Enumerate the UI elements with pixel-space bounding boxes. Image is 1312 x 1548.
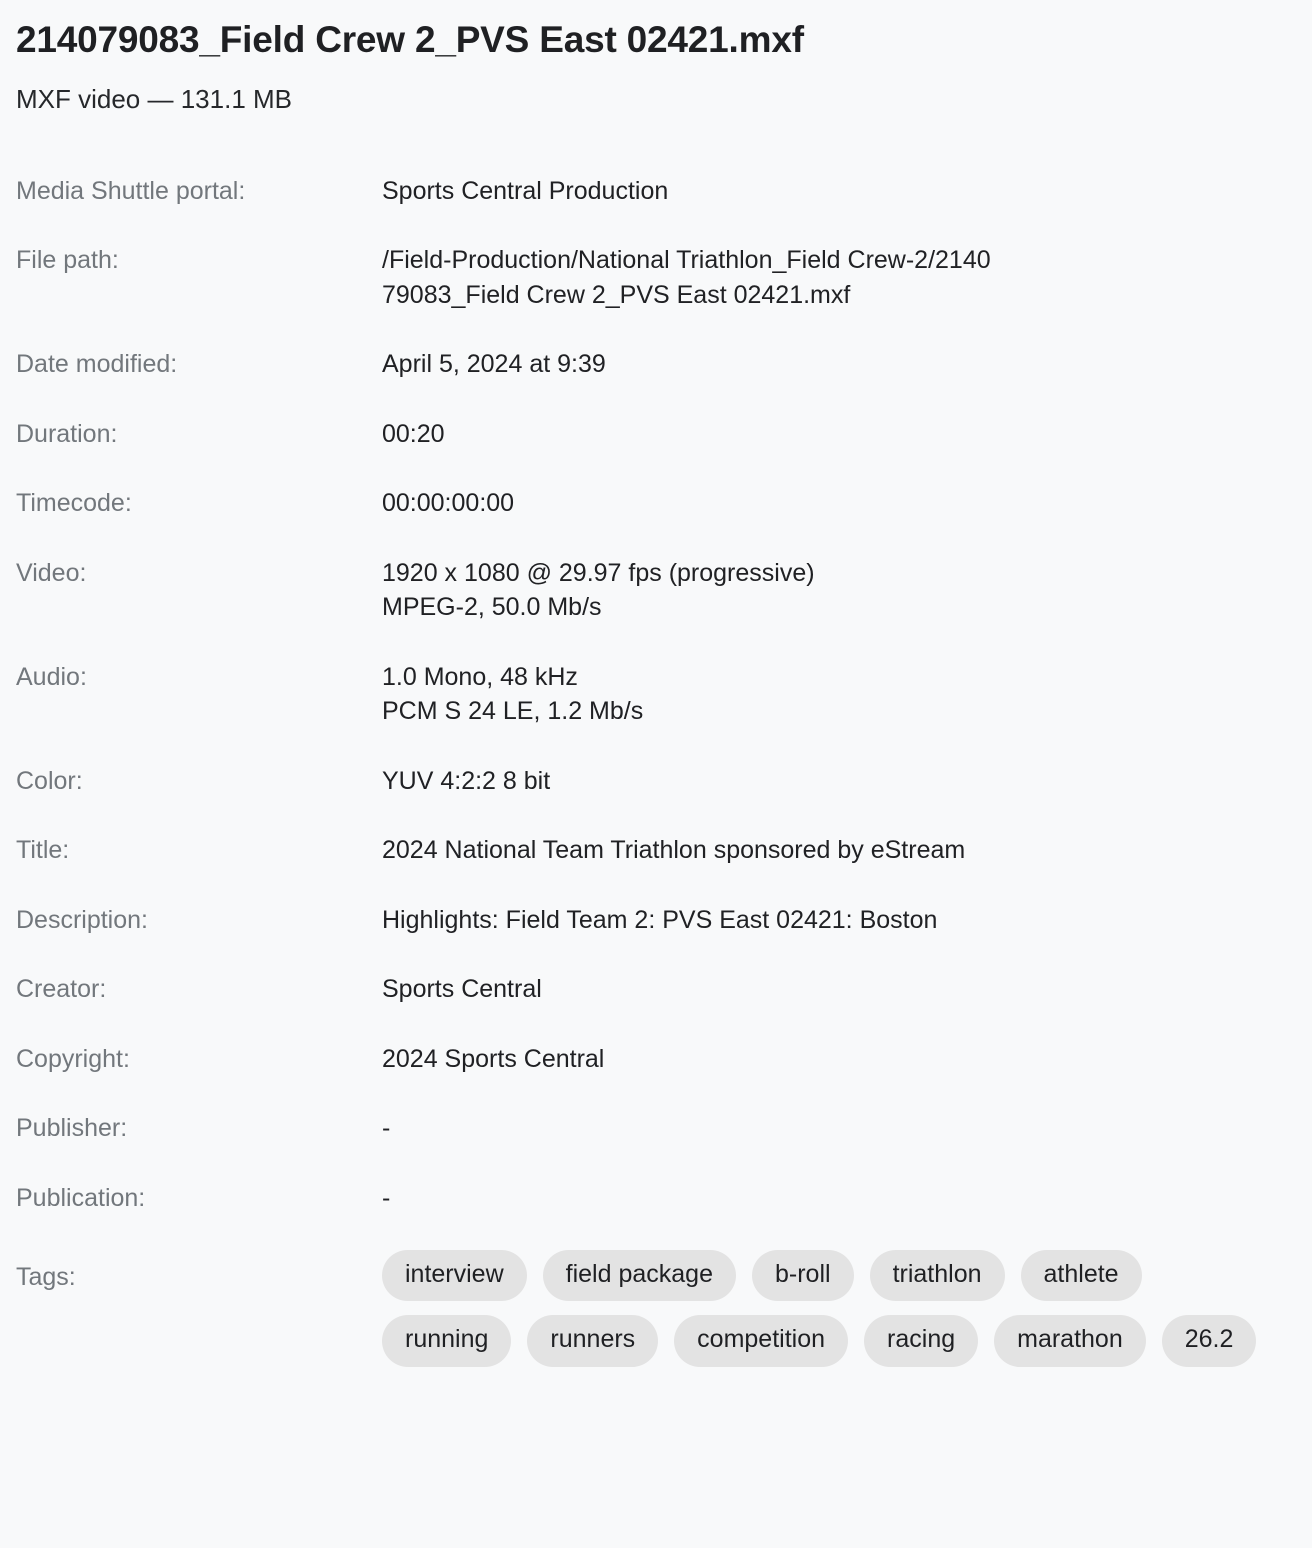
metadata-value-line: 00:20 xyxy=(382,419,445,448)
metadata-value: 1.0 Mono, 48 kHz PCM S 24 LE, 1.2 Mb/s xyxy=(382,660,1270,764)
tag-pill[interactable]: field package xyxy=(542,1250,736,1302)
page-title: 214079083_Field Crew 2_PVS East 02421.mx… xyxy=(16,19,804,60)
metadata-value-line: Highlights: Field Team 2: PVS East 02421… xyxy=(382,905,938,934)
metadata-value-line: PCM S 24 LE, 1.2 Mb/s xyxy=(382,697,644,726)
tag-pill[interactable]: 26.2 xyxy=(1161,1315,1257,1367)
metadata-value-line: Sports Central xyxy=(382,975,542,1004)
metadata-row: Timecode: 00:00:00:00 xyxy=(16,486,1270,556)
metadata-value-line: April 5, 2024 at 9:39 xyxy=(382,350,606,379)
tags-label: Tags: xyxy=(16,1263,76,1292)
metadata-value-line: 1.0 Mono, 48 kHz xyxy=(382,662,578,691)
tag-pill[interactable]: triathlon xyxy=(869,1250,1005,1302)
tag-pill[interactable]: athlete xyxy=(1020,1250,1142,1302)
metadata-label: File path: xyxy=(16,246,119,275)
metadata-row: Title: 2024 National Team Triathlon spons… xyxy=(16,833,1270,903)
metadata-row: Description: Highlights: Field Team 2: PV… xyxy=(16,903,1270,973)
metadata-row: Date modified: April 5, 2024 at 9:39 xyxy=(16,347,1270,417)
metadata-label: Date modified: xyxy=(16,350,178,379)
file-details-panel: 214079083_Field Crew 2_PVS East 02421.mx… xyxy=(0,0,1312,1548)
metadata-value-line: /Field-Production/National Triathlon_Fie… xyxy=(382,246,991,275)
metadata-label: Title: xyxy=(16,836,70,865)
metadata-value: YUV 4:2:2 8 bit xyxy=(382,764,1270,834)
metadata-rows: Media Shuttle portal: Sports Central Prod… xyxy=(16,174,1270,1367)
metadata-row: Publisher: - xyxy=(16,1111,1270,1181)
tag-pill[interactable]: racing xyxy=(864,1315,979,1367)
metadata-value-line: 00:00:00:00 xyxy=(382,489,515,518)
metadata-label: Publication: xyxy=(16,1183,146,1212)
tag-pill[interactable]: b-roll xyxy=(751,1250,854,1302)
metadata-value: 00:00:00:00 xyxy=(382,486,1270,556)
metadata-row: Copyright: 2024 Sports Central xyxy=(16,1042,1270,1112)
metadata-value: 00:20 xyxy=(382,417,1270,487)
file-type-and-size: MXF video — 131.1 MB xyxy=(16,84,292,115)
tags-row: Tags: interview field package b-roll triathl… xyxy=(16,1250,1270,1367)
metadata-value: Highlights: Field Team 2: PVS East 02421… xyxy=(382,903,1270,973)
metadata-value: Sports Central Production xyxy=(382,174,1270,244)
metadata-value-line: Sports Central Production xyxy=(382,176,669,205)
metadata-label: Video: xyxy=(16,558,87,587)
metadata-label: Timecode: xyxy=(16,489,132,518)
metadata-label: Publisher: xyxy=(16,1114,128,1143)
metadata-value-line: YUV 4:2:2 8 bit xyxy=(382,766,551,795)
metadata-label: Color: xyxy=(16,766,83,795)
metadata-value: April 5, 2024 at 9:39 xyxy=(382,347,1270,417)
metadata-row: Duration: 00:20 xyxy=(16,417,1270,487)
metadata-label: Copyright: xyxy=(16,1044,130,1073)
metadata-table: Media Shuttle portal: Sports Central Prod… xyxy=(16,174,1270,1367)
metadata-value-line: 1920 x 1080 @ 29.97 fps (progressive) xyxy=(382,558,815,587)
metadata-value-line: 2024 Sports Central xyxy=(382,1044,605,1073)
metadata-label: Audio: xyxy=(16,662,87,691)
tags-value: interview field package b-roll triathlon ath… xyxy=(382,1250,1270,1367)
metadata-value-line: MPEG-2, 50.0 Mb/s xyxy=(382,593,602,622)
metadata-row: Video: 1920 x 1080 @ 29.97 fps (progressi… xyxy=(16,556,1270,660)
tag-pill[interactable]: running xyxy=(382,1315,512,1367)
metadata-row: Publication: - xyxy=(16,1181,1270,1251)
metadata-row: Media Shuttle portal: Sports Central Prod… xyxy=(16,174,1270,244)
tag-list: interview field package b-roll triathlon ath… xyxy=(382,1250,1262,1367)
tag-pill[interactable]: runners xyxy=(527,1315,659,1367)
metadata-value-line: 79083_Field Crew 2_PVS East 02421.mxf xyxy=(382,280,851,309)
metadata-label: Creator: xyxy=(16,975,107,1004)
metadata-value-line: - xyxy=(382,1183,391,1212)
metadata-value: 2024 National Team Triathlon sponsored b… xyxy=(382,833,1270,903)
metadata-value: Sports Central xyxy=(382,972,1270,1042)
metadata-value: /Field-Production/National Triathlon_Fie… xyxy=(382,243,1270,347)
metadata-row: Color: YUV 4:2:2 8 bit xyxy=(16,764,1270,834)
metadata-value: 1920 x 1080 @ 29.97 fps (progressive) MPE… xyxy=(382,556,1270,660)
metadata-label: Media Shuttle portal: xyxy=(16,176,246,205)
metadata-row: Creator: Sports Central xyxy=(16,972,1270,1042)
metadata-value-line: - xyxy=(382,1114,391,1143)
metadata-value: - xyxy=(382,1181,1270,1251)
metadata-row: Audio: 1.0 Mono, 48 kHz PCM S 24 LE, 1.2 M… xyxy=(16,660,1270,764)
metadata-value-line: 2024 National Team Triathlon sponsored b… xyxy=(382,836,966,865)
tag-pill[interactable]: competition xyxy=(674,1315,849,1367)
tag-pill[interactable]: interview xyxy=(382,1250,527,1302)
metadata-row: File path: /Field-Production/National Tri… xyxy=(16,243,1270,347)
metadata-label: Description: xyxy=(16,905,148,934)
tag-pill[interactable]: marathon xyxy=(994,1315,1146,1367)
metadata-label: Duration: xyxy=(16,419,118,448)
metadata-value: 2024 Sports Central xyxy=(382,1042,1270,1112)
metadata-value: - xyxy=(382,1111,1270,1181)
